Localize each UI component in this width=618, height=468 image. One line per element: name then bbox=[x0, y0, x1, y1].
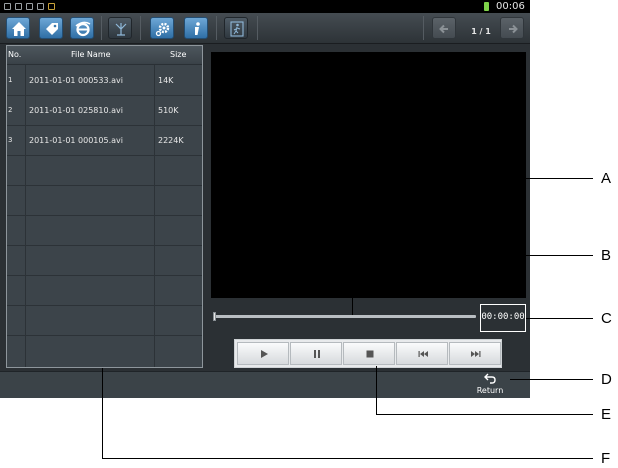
callout-label-b: B bbox=[601, 247, 612, 264]
callout-label-e: E bbox=[601, 406, 612, 423]
previous-button[interactable] bbox=[396, 342, 448, 365]
play-icon bbox=[261, 350, 268, 358]
callout-line-b-vertical bbox=[352, 255, 353, 315]
file-row[interactable]: 1 2011-01-01 000533.avi 14K bbox=[7, 66, 202, 96]
status-icon bbox=[26, 3, 33, 10]
empty-row bbox=[7, 186, 202, 216]
empty-row bbox=[7, 216, 202, 246]
progress-handle[interactable] bbox=[213, 312, 216, 321]
next-button[interactable] bbox=[449, 342, 501, 365]
file-name: 2011-01-01 025810.avi bbox=[29, 106, 123, 115]
status-bar: 00:06 bbox=[0, 0, 530, 13]
return-label: Return bbox=[476, 386, 504, 395]
status-icon bbox=[37, 3, 44, 10]
column-header-size: Size bbox=[170, 50, 187, 59]
empty-row bbox=[7, 156, 202, 186]
tag-button[interactable] bbox=[39, 17, 63, 39]
file-size: 2224K bbox=[158, 136, 184, 145]
callout-line-a bbox=[385, 178, 593, 179]
exit-icon bbox=[230, 21, 244, 37]
return-button[interactable]: Return bbox=[470, 373, 510, 397]
file-row[interactable]: 2 2011-01-01 025810.avi 510K bbox=[7, 96, 202, 126]
stop-icon bbox=[366, 350, 374, 358]
toolbar-separator bbox=[423, 16, 424, 40]
browser-icon bbox=[75, 21, 91, 37]
video-display[interactable] bbox=[211, 52, 526, 298]
page-indicator: 1 / 1 bbox=[471, 27, 491, 36]
time-display: 00:00:00 bbox=[480, 304, 526, 332]
tag-icon bbox=[46, 23, 58, 35]
info-button[interactable] bbox=[184, 17, 208, 39]
next-page-button[interactable] bbox=[500, 17, 524, 39]
file-number: 2 bbox=[8, 106, 13, 114]
play-button[interactable] bbox=[237, 342, 289, 365]
callout-line-c bbox=[526, 318, 593, 319]
callout-line-e-vertical bbox=[376, 366, 377, 414]
return-icon bbox=[484, 373, 496, 384]
stop-button[interactable] bbox=[343, 342, 395, 365]
status-icon bbox=[48, 3, 55, 10]
toolbar-separator bbox=[101, 16, 102, 40]
pause-button[interactable] bbox=[290, 342, 342, 365]
file-size: 510K bbox=[158, 106, 179, 115]
file-number: 1 bbox=[8, 76, 13, 84]
toolbar-separator bbox=[140, 16, 141, 40]
skip-forward-icon bbox=[471, 351, 481, 357]
column-header-name: File Name bbox=[71, 50, 111, 59]
file-list-header: No. File Name Size bbox=[7, 46, 202, 65]
playback-controls bbox=[234, 339, 502, 368]
arrow-right-icon bbox=[509, 24, 518, 34]
device-screen: 00:06 1 / 1 No. File Name Size 1 2011-01… bbox=[0, 0, 530, 398]
callout-label-f: F bbox=[601, 450, 611, 467]
status-time: 00:06 bbox=[496, 1, 525, 12]
file-name: 2011-01-01 000105.avi bbox=[29, 136, 123, 145]
callout-line-d bbox=[510, 379, 593, 380]
antenna-button[interactable] bbox=[108, 17, 132, 39]
arrow-left-icon bbox=[439, 24, 448, 34]
battery-icon bbox=[484, 2, 489, 11]
file-number: 3 bbox=[8, 136, 13, 144]
file-list: No. File Name Size 1 2011-01-01 000533.a… bbox=[6, 45, 203, 368]
callout-line-e bbox=[376, 414, 593, 415]
time-display-text: 00:00:00 bbox=[481, 312, 525, 322]
empty-row bbox=[7, 246, 202, 276]
callout-line-f bbox=[102, 458, 593, 459]
file-size: 14K bbox=[158, 76, 174, 85]
settings-icon bbox=[155, 22, 170, 37]
bottom-bar bbox=[0, 371, 530, 398]
previous-page-button[interactable] bbox=[432, 17, 456, 39]
file-name: 2011-01-01 000533.avi bbox=[29, 76, 123, 85]
column-header-no: No. bbox=[8, 50, 22, 59]
home-icon bbox=[12, 22, 26, 36]
skip-back-icon bbox=[418, 351, 428, 357]
callout-label-a: A bbox=[601, 170, 612, 187]
toolbar: 1 / 1 bbox=[0, 13, 530, 44]
antenna-icon bbox=[115, 23, 127, 36]
toolbar-separator bbox=[216, 16, 217, 40]
browser-button[interactable] bbox=[70, 17, 94, 39]
empty-row bbox=[7, 276, 202, 306]
callout-label-c: C bbox=[601, 310, 612, 327]
file-row[interactable]: 3 2011-01-01 000105.avi 2224K bbox=[7, 126, 202, 156]
callout-line-f-vertical bbox=[102, 368, 103, 459]
empty-row bbox=[7, 336, 202, 366]
callout-label-d: D bbox=[601, 371, 612, 388]
status-icon bbox=[4, 3, 11, 10]
pause-icon bbox=[314, 350, 320, 358]
settings-button[interactable] bbox=[150, 17, 174, 39]
toolbar-separator bbox=[257, 16, 258, 40]
callout-line-b bbox=[352, 255, 593, 256]
home-button[interactable] bbox=[6, 17, 30, 39]
progress-bar[interactable] bbox=[213, 315, 476, 318]
empty-row bbox=[7, 306, 202, 336]
exit-button[interactable] bbox=[224, 17, 248, 39]
status-icon bbox=[15, 3, 22, 10]
info-icon bbox=[195, 22, 200, 35]
